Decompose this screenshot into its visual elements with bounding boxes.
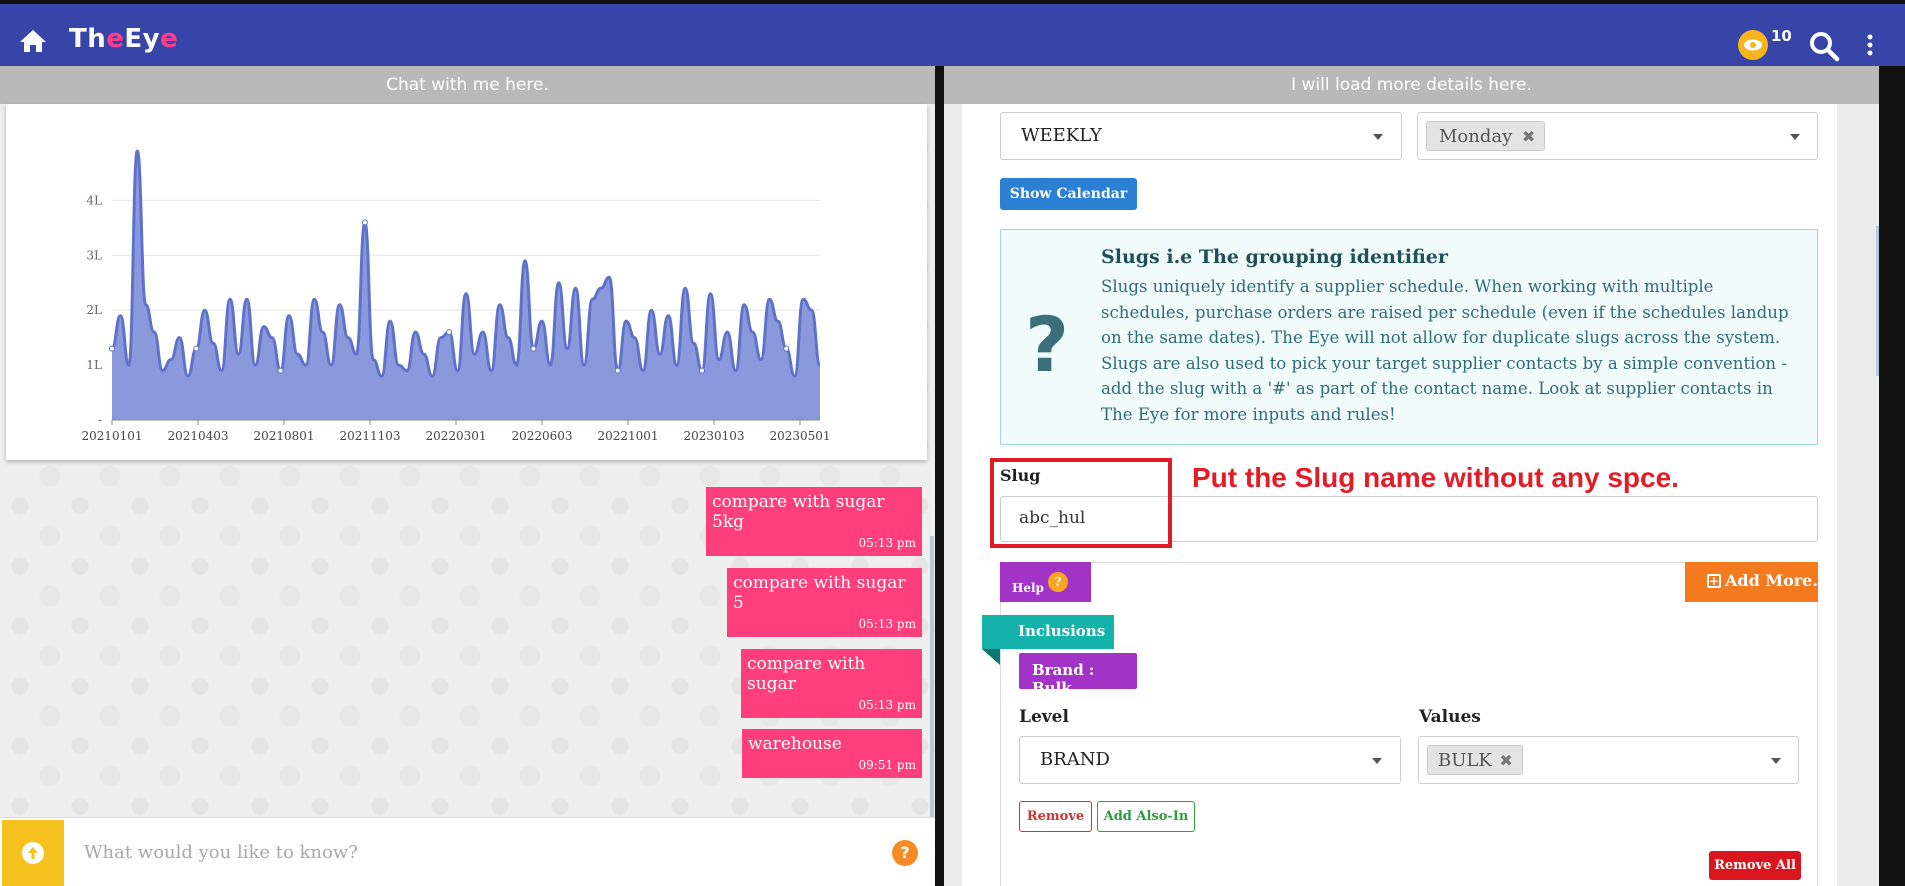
notification-count: 10: [1771, 27, 1792, 45]
value-chip-label: BULK: [1438, 750, 1492, 771]
y-tick-label: 2L: [86, 303, 102, 317]
add-also-in-button[interactable]: Add Also-In: [1097, 801, 1195, 832]
value-chip: BULK ✖: [1427, 745, 1523, 775]
values-select[interactable]: BULK ✖: [1418, 736, 1799, 784]
top-bar: TheEye 10: [0, 0, 1905, 66]
data-point: [530, 345, 537, 352]
chat-message[interactable]: compare with sugar 5 05:13 pm: [727, 568, 922, 637]
chip-remove-icon[interactable]: ✖: [1499, 751, 1512, 770]
level-value: BRAND: [1040, 749, 1110, 770]
chat-message[interactable]: compare with sugar 05:13 pm: [741, 649, 922, 718]
show-calendar-button[interactable]: Show Calendar: [1000, 178, 1137, 210]
y-tick-label: 4L: [86, 193, 102, 207]
chip-remove-icon[interactable]: ✖: [1522, 127, 1535, 146]
day-chip: Monday ✖: [1426, 121, 1546, 151]
ribbon-fold: [982, 649, 1000, 665]
details-scrollbar[interactable]: [1876, 226, 1879, 376]
level-select[interactable]: BRAND: [1019, 736, 1401, 784]
y-tick-label: 3L: [86, 248, 102, 262]
help-label: Help: [1012, 581, 1044, 595]
values-label: Values: [1419, 707, 1481, 727]
area-chart: - 1L 2L 3L 4L 20210101 20210403 20210801 2021110…: [81, 149, 831, 443]
info-title: Slugs i.e The grouping identifier: [1101, 246, 1448, 268]
slug-info-box: ? Slugs i.e The grouping identifier Slug…: [1000, 229, 1818, 445]
chat-message-time: 09:51 pm: [858, 758, 916, 772]
chat-message-text: compare with sugar 5: [733, 573, 906, 613]
inclusions-ribbon: Inclusions: [982, 615, 1114, 649]
details-panel-header: I will load more details here.: [944, 66, 1879, 104]
chevron-down-icon: [1790, 134, 1800, 140]
eye-icon[interactable]: [1738, 30, 1768, 60]
chat-input-bar: ?: [0, 817, 935, 886]
data-point: [109, 345, 115, 352]
x-tick-label: 20210801: [253, 429, 314, 443]
frequency-value: WEEKLY: [1021, 125, 1102, 146]
chat-message-time: 05:13 pm: [858, 536, 916, 550]
x-tick-label: 20210101: [81, 429, 142, 443]
remove-all-button[interactable]: Remove All: [1709, 851, 1801, 880]
remove-button[interactable]: Remove: [1019, 801, 1092, 832]
chat-input[interactable]: [84, 832, 864, 872]
day-select[interactable]: Monday ✖: [1417, 112, 1818, 160]
add-more-button[interactable]: + Add More.: [1685, 562, 1818, 602]
data-point: [193, 345, 200, 352]
question-icon: ?: [1048, 572, 1068, 592]
y-tick-label: -: [98, 413, 102, 427]
day-chip-label: Monday: [1439, 126, 1513, 147]
y-tick-label: 1L: [86, 358, 102, 372]
slug-annotation: Put the Slug name without any spce.: [1192, 462, 1679, 493]
help-button[interactable]: Help?: [1000, 562, 1091, 602]
chat-message-text: warehouse: [748, 734, 842, 754]
home-icon[interactable]: [18, 28, 48, 54]
x-tick-label: 20230103: [683, 429, 744, 443]
rule-card: [1000, 562, 1818, 886]
info-body: Slugs uniquely identify a supplier sched…: [1101, 277, 1789, 424]
send-button[interactable]: [2, 820, 64, 886]
brand-accent-1: e: [106, 24, 125, 54]
help-icon[interactable]: ?: [892, 840, 918, 866]
chat-panel: Chat with me here. - 1L 2L 3L 4L 20210101 2021…: [0, 66, 935, 886]
app-logo[interactable]: TheEye: [69, 24, 178, 54]
arrow-up-icon: [22, 842, 44, 864]
data-point: [446, 329, 453, 336]
chat-message-time: 05:13 pm: [858, 698, 916, 712]
chart-card: - 1L 2L 3L 4L 20210101 20210403 20210801 2021110…: [6, 104, 927, 460]
panel-gutter: [1837, 104, 1879, 886]
level-label: Level: [1019, 707, 1069, 727]
add-more-label: Add More.: [1725, 571, 1818, 590]
brand-filter-chip[interactable]: Brand : Bulk: [1019, 653, 1137, 697]
x-tick-label: 20230501: [769, 429, 830, 443]
chat-message[interactable]: warehouse 09:51 pm: [742, 729, 922, 778]
brand-accent-2: e: [160, 24, 179, 54]
question-mark-icon: ?: [1025, 300, 1070, 389]
x-tick-label: 20210403: [167, 429, 228, 443]
data-point: [361, 219, 368, 226]
data-point: [783, 345, 790, 352]
x-tick-label: 20220301: [425, 429, 486, 443]
data-point: [699, 367, 705, 374]
data-point: [277, 367, 284, 374]
area-fill: [112, 151, 820, 420]
data-point: [614, 367, 621, 374]
x-tick-label: 20220603: [511, 429, 572, 443]
chevron-down-icon: [1372, 758, 1382, 764]
chat-message-time: 05:13 pm: [858, 617, 916, 631]
chevron-down-icon: [1771, 758, 1781, 764]
frequency-select[interactable]: WEEKLY: [1000, 112, 1402, 160]
chat-message-text: compare with sugar: [747, 654, 866, 694]
panel-gutter: [944, 104, 962, 886]
chat-message[interactable]: compare with sugar 5kg 05:13 pm: [706, 487, 922, 556]
chevron-down-icon: [1373, 134, 1383, 140]
kebab-menu-icon[interactable]: [1863, 32, 1877, 60]
chat-message-text: compare with sugar 5kg: [712, 492, 885, 532]
chat-panel-header: Chat with me here.: [0, 66, 935, 104]
brand-text-2: Ey: [124, 24, 161, 54]
plus-square-icon: +: [1707, 574, 1721, 588]
details-panel: I will load more details here. WEEKLY Mo…: [944, 66, 1879, 886]
x-tick-label: 20221001: [597, 429, 658, 443]
brand-text-1: Th: [69, 24, 107, 54]
x-tick-label: 20211103: [339, 429, 400, 443]
highlight-frame: [990, 458, 1172, 548]
search-icon[interactable]: [1808, 30, 1840, 62]
